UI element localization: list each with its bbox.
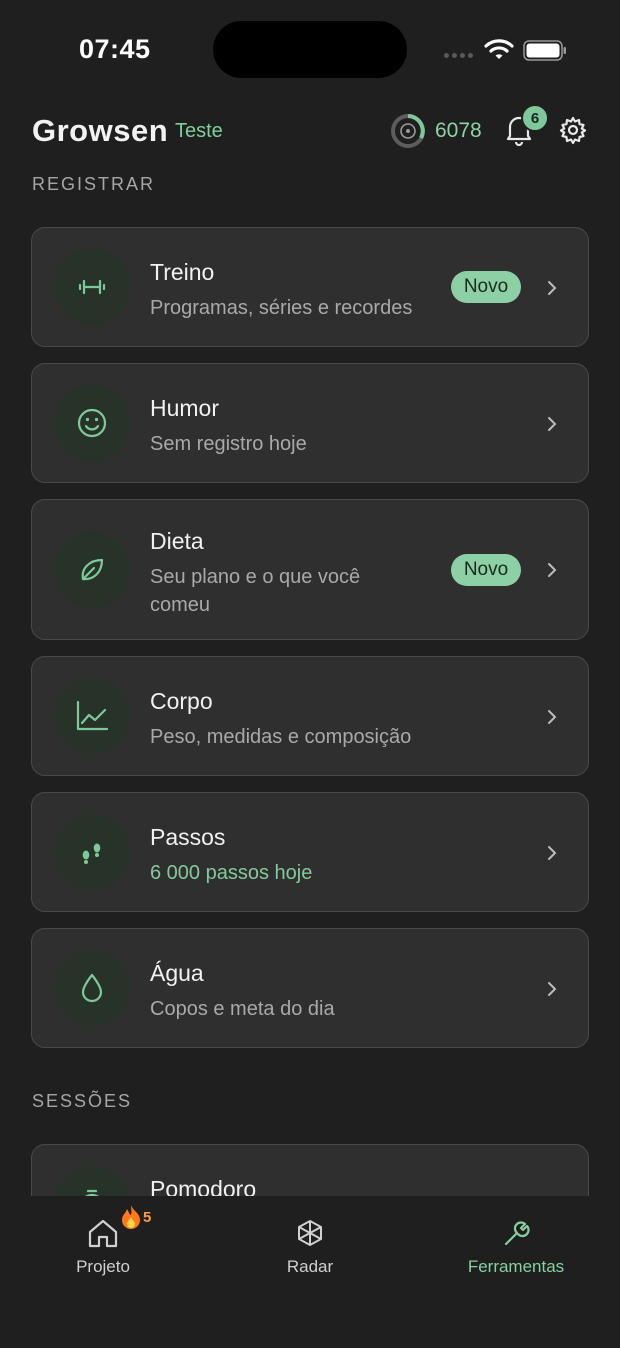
- streak-indicator: 5: [120, 1204, 151, 1230]
- card-title: Treino: [150, 259, 215, 285]
- new-badge: Novo: [451, 271, 521, 303]
- chevron-right-icon: [548, 846, 557, 860]
- screen: 07:45 Growsen Teste 6078 6 REGISTRAR Tre…: [0, 0, 620, 1348]
- section-label-register: REGISTRAR: [32, 174, 156, 194]
- tab-projeto[interactable]: Projeto: [23, 1218, 183, 1277]
- card-subtitle: 6 000 passos hoje: [150, 862, 313, 884]
- tab-label: Projeto: [76, 1257, 130, 1276]
- smile-icon: [77, 408, 107, 438]
- dumbbell-icon: [78, 279, 106, 295]
- app-header: Growsen Teste 6078 6: [32, 104, 588, 154]
- card-title: Corpo: [150, 688, 213, 714]
- points-counter[interactable]: 6078: [390, 113, 482, 149]
- card-icon: [54, 814, 130, 890]
- card-humor[interactable]: Humor Sem registro hoje: [31, 363, 589, 483]
- section-label-sessions: SESSÕES: [32, 1091, 133, 1111]
- footsteps-icon: [82, 843, 101, 864]
- environment-tag: Teste: [175, 120, 223, 142]
- chevron-right-icon: [548, 417, 557, 431]
- home-icon: [88, 1219, 118, 1248]
- card-subtitle-line2: comeu: [150, 594, 211, 616]
- chevron-right-icon: [548, 563, 557, 577]
- coin-icon: [391, 114, 425, 148]
- leaf-icon: [81, 558, 104, 581]
- card-subtitle-line1: Seu plano e o que você: [150, 566, 361, 588]
- dynamic-island: [213, 21, 407, 78]
- chevron-right-icon: [548, 982, 557, 996]
- card-icon: [54, 385, 130, 461]
- card-agua[interactable]: Água Copos e meta do dia: [31, 928, 589, 1048]
- status-time: 07:45: [79, 34, 151, 64]
- tab-label: Ferramentas: [467, 1257, 565, 1276]
- brand-logo: Growsen: [32, 113, 169, 148]
- card-subtitle: Programas, séries e recordes: [150, 297, 413, 319]
- wifi-icon: [484, 39, 514, 59]
- droplet-icon: [81, 973, 103, 1003]
- gear-icon[interactable]: [558, 115, 588, 145]
- card-subtitle: Copos e meta do dia: [150, 998, 335, 1020]
- card-title: Humor: [150, 395, 220, 421]
- card-icon: [54, 249, 130, 325]
- chevron-right-icon: [548, 281, 557, 295]
- card-icon: [54, 678, 130, 754]
- card-title: Dieta: [150, 528, 204, 554]
- card-treino[interactable]: Treino Programas, séries e recordes Novo: [31, 227, 589, 347]
- new-badge: Novo: [451, 554, 521, 586]
- card-passos[interactable]: Passos 6 000 passos hoje: [31, 792, 589, 912]
- points-value: 6078: [435, 119, 482, 142]
- tab-radar[interactable]: Radar: [230, 1218, 390, 1277]
- radar-icon: [298, 1220, 322, 1246]
- chart-icon: [76, 700, 109, 731]
- card-icon: [54, 950, 130, 1026]
- status-bar: 07:45: [0, 0, 620, 100]
- card-icon: [54, 532, 130, 608]
- card-title: Água: [150, 960, 204, 986]
- notification-badge: 6: [521, 104, 549, 132]
- flame-icon: [122, 1205, 140, 1229]
- signal-icon: [444, 53, 473, 58]
- streak-count: 5: [143, 1208, 152, 1226]
- card-title: Passos: [150, 824, 226, 850]
- tab-ferramentas[interactable]: Ferramentas: [436, 1218, 596, 1277]
- tab-label: Radar: [286, 1257, 334, 1276]
- battery-icon: [523, 40, 566, 61]
- card-subtitle: Peso, medidas e composição: [150, 726, 412, 748]
- bottom-nav: Projeto 5 Radar Ferramentas: [0, 1196, 620, 1348]
- card-corpo[interactable]: Corpo Peso, medidas e composição: [31, 656, 589, 776]
- wrench-icon: [504, 1221, 530, 1246]
- card-subtitle: Sem registro hoje: [150, 433, 307, 455]
- card-dieta[interactable]: Dieta Seu plano e o que você comeu Novo: [31, 499, 589, 640]
- chevron-right-icon: [548, 710, 557, 724]
